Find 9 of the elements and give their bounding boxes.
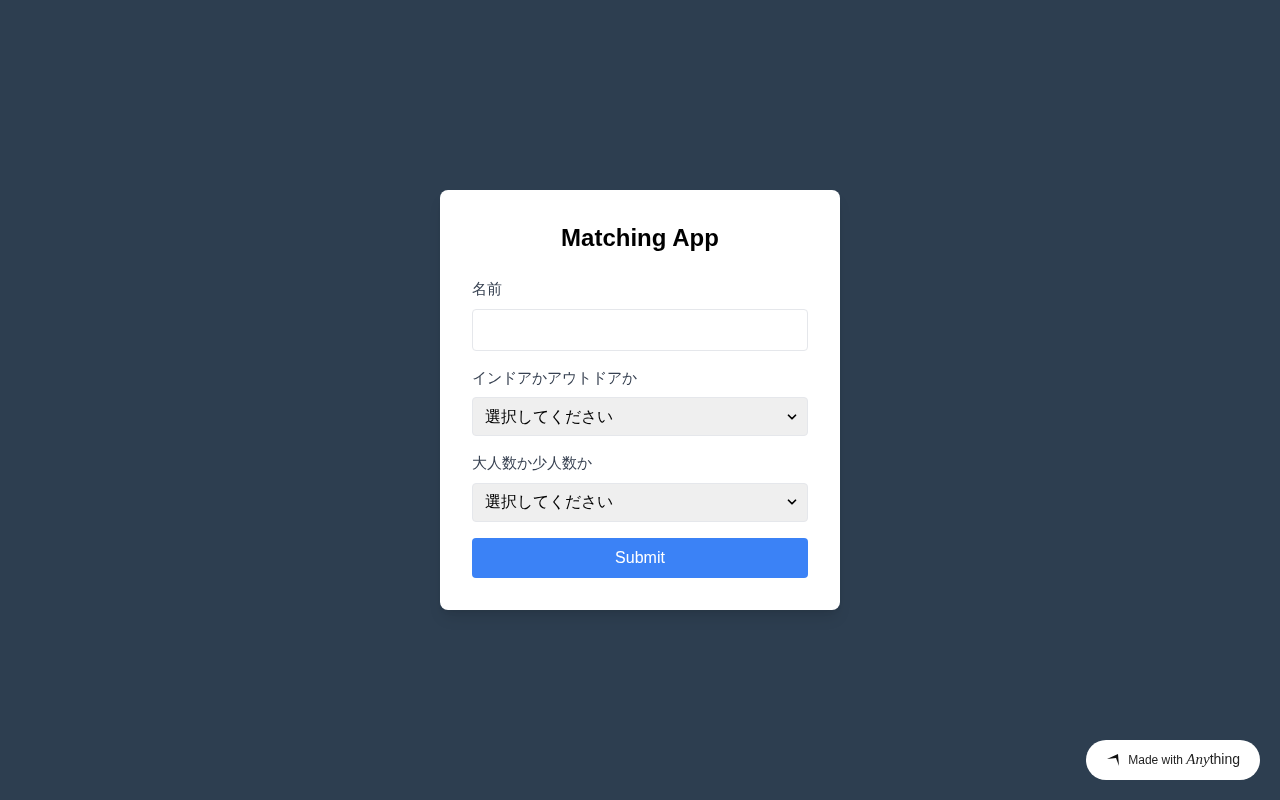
field-label: インドアかアウトドアか xyxy=(472,367,638,389)
form-title: Matching App xyxy=(560,223,720,254)
field-label: 大人数か少人数か xyxy=(472,453,593,475)
submit-button[interactable]: Submit xyxy=(472,537,808,578)
made-with-badge[interactable]: Made with Anything xyxy=(1086,740,1260,780)
field-label: 名前 xyxy=(472,279,503,301)
badge-text: Made with Anything xyxy=(1128,750,1240,769)
select-dropdown[interactable]: 選択してください xyxy=(472,482,808,522)
select-dropdown[interactable]: 選択してください xyxy=(472,397,808,437)
